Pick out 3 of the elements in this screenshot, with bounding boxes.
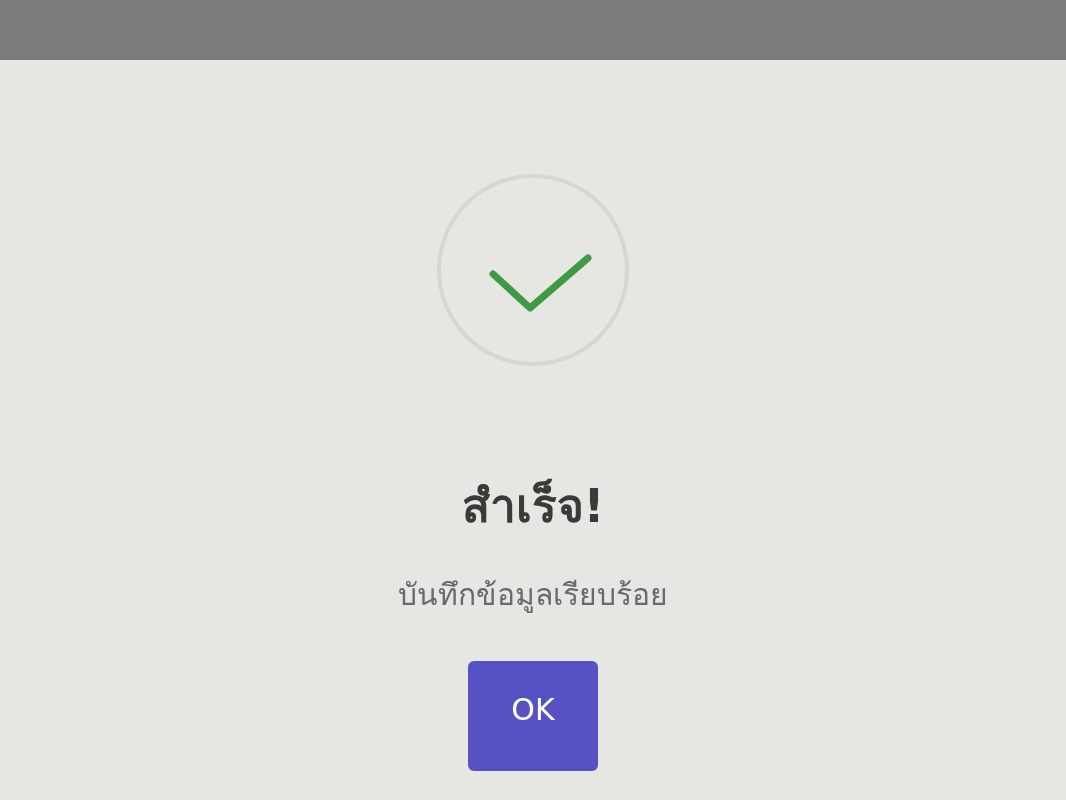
ok-button[interactable]: OK (468, 661, 598, 771)
dialog-title: สำเร็จ! (461, 478, 605, 535)
dialog-message: บันทึกข้อมูลเรียบร้อย (398, 575, 668, 613)
